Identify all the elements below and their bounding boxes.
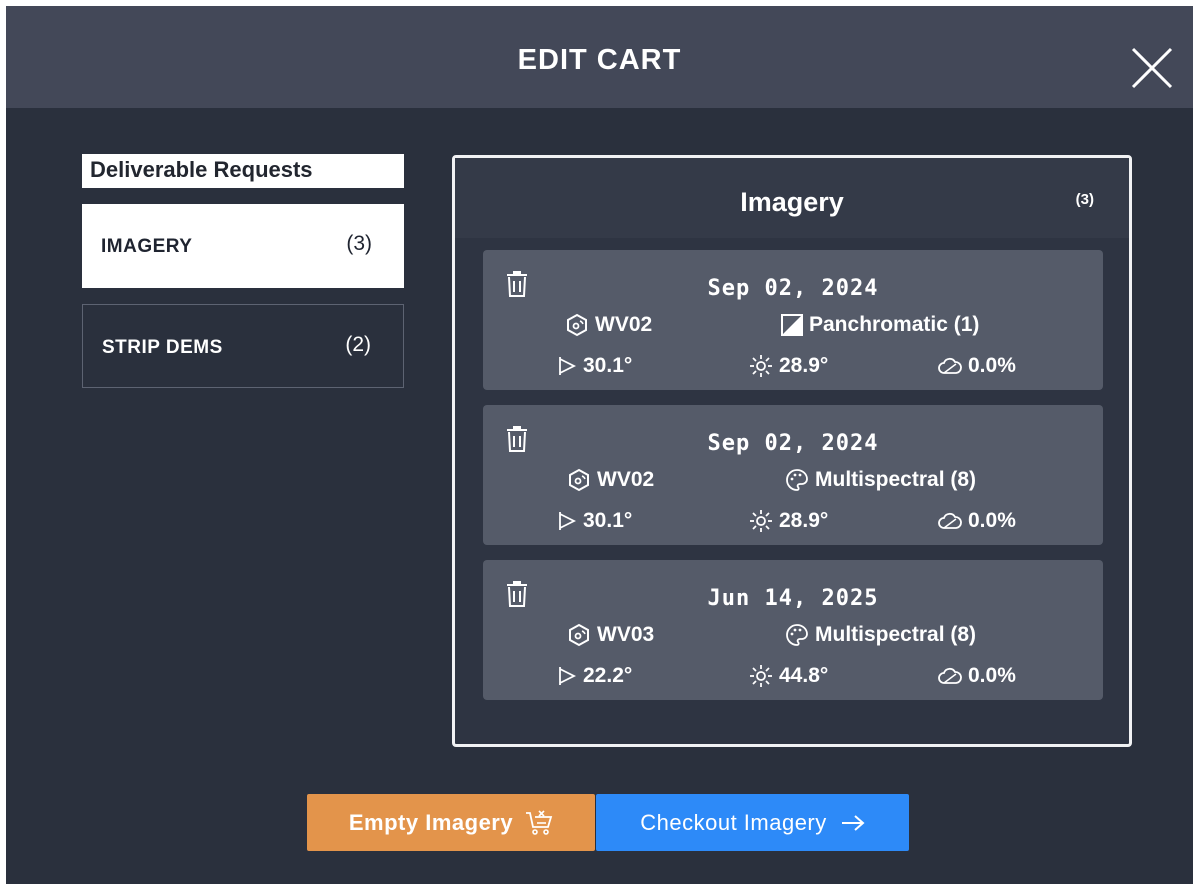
cart-item-card: Jun 14, 2025 WV03 Multispectral (8) 22.2… (483, 560, 1103, 700)
sensor-field: WV03 (567, 623, 654, 647)
item-date: Sep 02, 2024 (707, 431, 879, 456)
modal-header: EDIT CART (6, 6, 1193, 108)
band-label: Multispectral (8) (815, 623, 977, 646)
off-nadir-value: 30.1° (583, 509, 633, 532)
panel-header: Imagery (3) (455, 158, 1129, 238)
palette-icon (786, 624, 808, 646)
sun-elevation-field: 28.9° (749, 354, 828, 378)
cloud-icon (938, 512, 962, 529)
tab-count: (2) (345, 333, 371, 356)
off-nadir-field: 30.1° (557, 509, 632, 533)
sun-icon (750, 355, 772, 377)
sensor-label: WV03 (597, 623, 655, 646)
cloud-cover-field: 0.0% (938, 354, 1016, 378)
sun-icon (750, 665, 772, 687)
panel-title: Imagery (740, 187, 844, 217)
sensor-label: WV02 (595, 313, 653, 336)
sun-elevation-value: 28.9° (779, 509, 829, 532)
tab-label: IMAGERY (101, 236, 193, 257)
palette-icon (786, 469, 808, 491)
close-icon (1131, 47, 1173, 89)
checkout-imagery-button[interactable]: Checkout Imagery (596, 794, 909, 851)
sun-icon (750, 510, 772, 532)
sensor-label: WV02 (597, 468, 655, 491)
band-label: Panchromatic (1) (809, 313, 980, 336)
tab-strip-dems[interactable]: STRIP DEMS (2) (82, 304, 404, 388)
satellite-icon (569, 468, 589, 492)
band-field: Multispectral (8) (785, 623, 976, 647)
cloud-cover-value: 0.0% (968, 354, 1016, 377)
off-nadir-value: 30.1° (583, 354, 633, 377)
sensor-field: WV02 (567, 468, 654, 492)
satellite-icon (569, 623, 589, 647)
tab-imagery[interactable]: IMAGERY (3) (82, 204, 404, 288)
tab-count: (3) (346, 232, 372, 255)
cloud-cover-value: 0.0% (968, 664, 1016, 687)
cart-item-card: Sep 02, 2024 WV02 Multispectral (8) 30.1… (483, 405, 1103, 545)
off-nadir-value: 22.2° (583, 664, 633, 687)
empty-cart-icon (526, 809, 553, 835)
cart-item-card: Sep 02, 2024 WV02 Panchromatic (1) 30.1°… (483, 250, 1103, 390)
item-date: Jun 14, 2025 (707, 586, 879, 611)
sun-elevation-field: 44.8° (749, 664, 828, 688)
sensor-field: WV02 (565, 313, 652, 337)
checkout-imagery-label: Checkout Imagery (640, 809, 827, 835)
arrow-right-icon (841, 814, 865, 831)
tab-label: STRIP DEMS (102, 337, 223, 358)
off-nadir-icon (559, 512, 577, 530)
sidebar-heading: Deliverable Requests (82, 154, 404, 188)
off-nadir-icon (559, 357, 577, 375)
cloud-icon (938, 357, 962, 374)
modal-title: EDIT CART (517, 44, 682, 76)
cloud-cover-value: 0.0% (968, 509, 1016, 532)
panchromatic-icon (781, 314, 803, 336)
band-field: Panchromatic (1) (781, 313, 979, 337)
cloud-cover-field: 0.0% (938, 664, 1016, 688)
sun-elevation-value: 44.8° (779, 664, 829, 687)
panel-count: (3) (1075, 191, 1094, 208)
cloud-icon (938, 667, 962, 684)
sun-elevation-value: 28.9° (779, 354, 829, 377)
empty-imagery-label: Empty Imagery (348, 809, 514, 835)
item-date: Sep 02, 2024 (707, 276, 879, 301)
edit-cart-modal: EDIT CART Deliverable Requests IMAGERY (… (6, 6, 1193, 884)
band-field: Multispectral (8) (785, 468, 976, 492)
close-button[interactable] (1130, 46, 1174, 90)
satellite-icon (567, 313, 587, 337)
cloud-cover-field: 0.0% (938, 509, 1016, 533)
imagery-panel: Imagery (3) Sep 02, 2024 WV02 Panchromat… (452, 155, 1132, 747)
off-nadir-field: 30.1° (557, 354, 632, 378)
off-nadir-icon (559, 667, 577, 685)
sun-elevation-field: 28.9° (749, 509, 828, 533)
band-label: Multispectral (8) (815, 468, 977, 491)
empty-imagery-button[interactable]: Empty Imagery (307, 794, 595, 851)
off-nadir-field: 22.2° (557, 664, 632, 688)
